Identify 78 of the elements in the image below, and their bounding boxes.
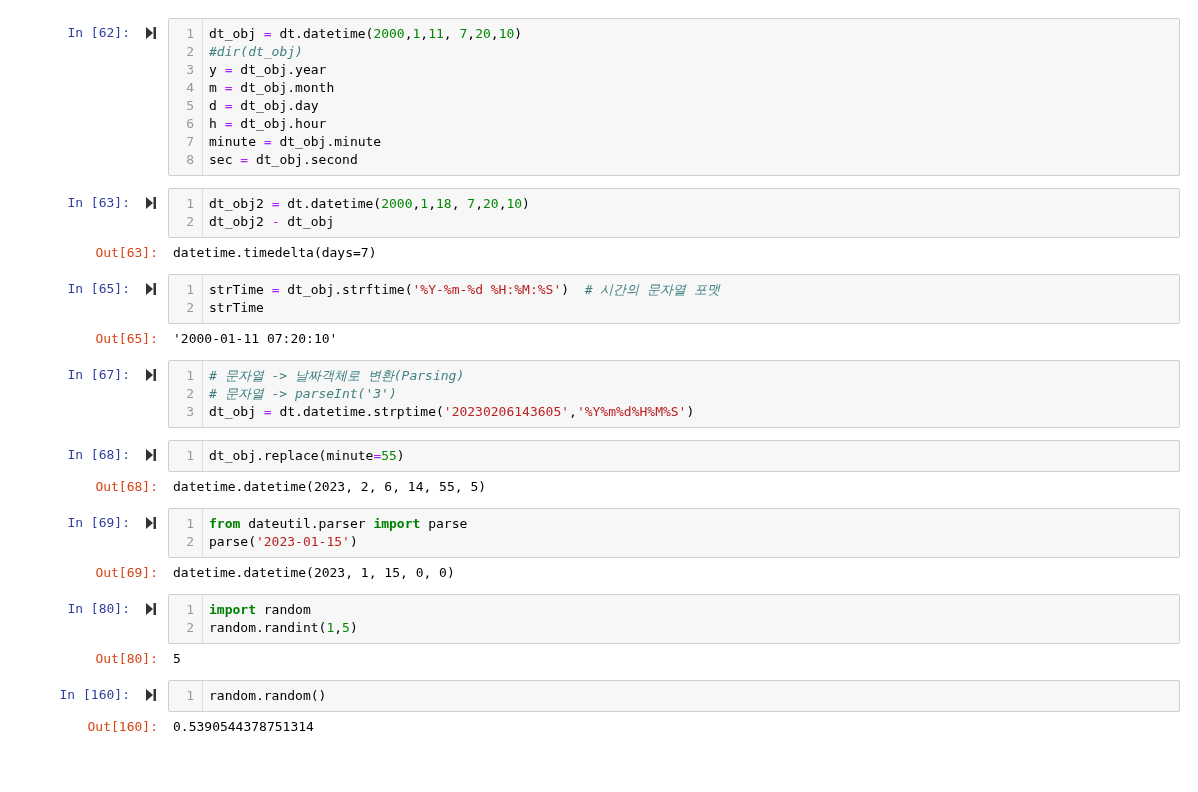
line-number: 1 (186, 195, 194, 213)
line-number: 6 (186, 115, 194, 133)
cell-output: datetime.datetime(2023, 2, 6, 14, 55, 5) (172, 478, 487, 496)
code-line: from dateutil.parser import parse (209, 515, 468, 533)
code-line: h = dt_obj.hour (209, 115, 327, 133)
line-number: 5 (186, 97, 194, 115)
code-cell[interactable]: 1 2 from dateutil.parser import parse parse('2023-01-15') (168, 508, 1180, 558)
code-line: strTime (209, 299, 264, 317)
line-number: 1 (186, 447, 194, 465)
line-number: 2 (186, 299, 194, 317)
code-line: random.randint(1,5) (209, 619, 358, 637)
line-number: 2 (186, 385, 194, 403)
code-line: # 문자열 -> 날짜객체로 변환(Parsing) (209, 367, 465, 385)
cell-output: 0.5390544378751314 (172, 718, 314, 736)
output-prompt: Out[69]: (95, 564, 158, 582)
line-number: 2 (186, 619, 194, 637)
code-line: sec = dt_obj.second (209, 151, 358, 169)
line-number: 2 (186, 533, 194, 551)
code-line: d = dt_obj.day (209, 97, 319, 115)
line-number: 2 (186, 213, 194, 231)
code-line: #dir(dt_obj) (209, 43, 303, 61)
output-prompt: Out[68]: (95, 478, 158, 496)
code-line: minute = dt_obj.minute (209, 133, 382, 151)
code-line: # 문자열 -> parseInt('3') (209, 385, 397, 403)
code-cell[interactable]: 1 2 3 # 문자열 -> 날짜객체로 변환(Parsing) # 문자열 -> parseInt('3') dt_obj = dt.datetime.strptime('20230206143605','%Y%m%d%H%M%S') (168, 360, 1180, 428)
run-cell-icon[interactable] (146, 283, 156, 295)
line-number: 4 (186, 79, 194, 97)
code-line: dt_obj2 - dt_obj (209, 213, 335, 231)
code-line: dt_obj = dt.datetime.strptime('20230206143605','%Y%m%d%H%M%S') (209, 403, 695, 421)
code-line: import random (209, 601, 311, 619)
run-cell-icon[interactable] (146, 603, 156, 615)
run-cell-icon[interactable] (146, 449, 156, 461)
input-prompt: In [80]: (67, 600, 130, 618)
cell-output: '2000-01-11 07:20:10' (172, 330, 338, 348)
run-cell-icon[interactable] (146, 27, 156, 39)
code-line: dt_obj2 = dt.datetime(2000,1,18, 7,20,10) (209, 195, 530, 213)
input-prompt: In [69]: (67, 514, 130, 532)
output-prompt: Out[65]: (95, 330, 158, 348)
run-cell-icon[interactable] (146, 517, 156, 529)
line-number: 1 (186, 367, 194, 385)
line-number: 3 (186, 403, 194, 421)
input-prompt: In [63]: (67, 194, 130, 212)
code-cell[interactable]: 1 2 3 4 5 6 7 8 dt_obj = dt.datetime(2000,1,11, 7,20,10) #dir(dt_obj) y = dt_obj.year m = dt_obj.month d = dt_obj.day h = dt_obj.hour minute = dt_obj.minute sec = dt_obj.second (168, 18, 1180, 176)
code-line: y = dt_obj.year (209, 61, 327, 79)
cell-output: datetime.datetime(2023, 1, 15, 0, 0) (172, 564, 455, 582)
cell-output: datetime.timedelta(days=7) (172, 244, 377, 262)
line-number: 8 (186, 151, 194, 169)
line-number: 1 (186, 515, 194, 533)
code-line: strTime = dt_obj.strftime('%Y-%m-%d %H:%M:%S') # 시간의 문자열 포맷 (209, 281, 721, 299)
cell-output: 5 (172, 650, 181, 668)
line-number: 7 (186, 133, 194, 151)
input-prompt: In [68]: (67, 446, 130, 464)
input-prompt: In [160]: (59, 686, 130, 704)
code-line: random.random() (209, 687, 327, 705)
code-cell[interactable]: 1 2 import random random.randint(1,5) (168, 594, 1180, 644)
line-number: 1 (186, 687, 194, 705)
output-prompt: Out[63]: (95, 244, 158, 262)
line-number: 2 (186, 43, 194, 61)
line-number: 1 (186, 25, 194, 43)
line-number: 1 (186, 601, 194, 619)
run-cell-icon[interactable] (146, 369, 156, 381)
output-prompt: Out[160]: (87, 718, 158, 736)
line-number: 1 (186, 281, 194, 299)
run-cell-icon[interactable] (146, 689, 156, 701)
code-cell[interactable]: 1 dt_obj.replace(minute=55) (168, 440, 1180, 472)
code-line: dt_obj.replace(minute=55) (209, 447, 405, 465)
output-prompt: Out[80]: (95, 650, 158, 668)
code-cell[interactable]: 1 2 strTime = dt_obj.strftime('%Y-%m-%d %H:%M:%S') # 시간의 문자열 포맷 strTime (168, 274, 1180, 324)
code-cell[interactable]: 1 random.random() (168, 680, 1180, 712)
input-prompt: In [65]: (67, 280, 130, 298)
code-line: parse('2023-01-15') (209, 533, 358, 551)
run-cell-icon[interactable] (146, 197, 156, 209)
input-prompt: In [67]: (67, 366, 130, 384)
code-line: dt_obj = dt.datetime(2000,1,11, 7,20,10) (209, 25, 523, 43)
input-prompt: In [62]: (67, 24, 130, 42)
code-cell[interactable]: 1 2 dt_obj2 = dt.datetime(2000,1,18, 7,20,10) dt_obj2 - dt_obj (168, 188, 1180, 238)
code-line: m = dt_obj.month (209, 79, 335, 97)
line-number: 3 (186, 61, 194, 79)
